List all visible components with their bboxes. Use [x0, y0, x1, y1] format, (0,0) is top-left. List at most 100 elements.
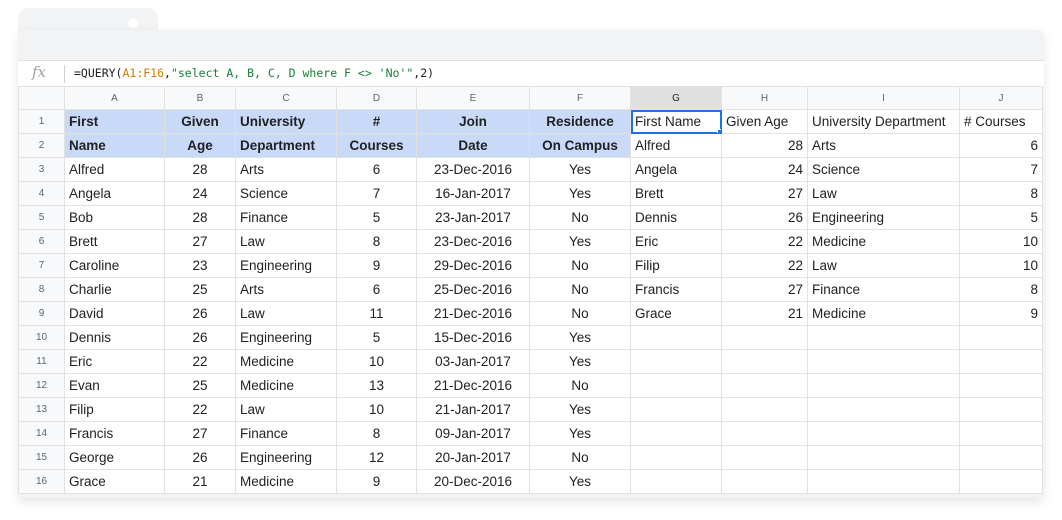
- cell-g4[interactable]: Brett: [630, 181, 722, 206]
- cell-d13[interactable]: 10: [336, 397, 417, 422]
- cell-c4[interactable]: Science: [235, 181, 337, 206]
- cell-h4[interactable]: 27: [721, 181, 808, 206]
- cell-j14[interactable]: [959, 421, 1043, 446]
- cell-g14[interactable]: [630, 421, 722, 446]
- cell-h10[interactable]: [721, 325, 808, 350]
- cell-b16[interactable]: 21: [164, 469, 236, 494]
- cell-f11[interactable]: Yes: [529, 349, 631, 374]
- cell-e11[interactable]: 03-Jan-2017: [416, 349, 530, 374]
- cell-f2[interactable]: On Campus: [529, 133, 631, 158]
- cell-a12[interactable]: Evan: [64, 373, 165, 398]
- cell-b7[interactable]: 23: [164, 253, 236, 278]
- cell-e12[interactable]: 21-Dec-2016: [416, 373, 530, 398]
- cell-e2[interactable]: Date: [416, 133, 530, 158]
- cell-a13[interactable]: Filip: [64, 397, 165, 422]
- cell-c16[interactable]: Medicine: [235, 469, 337, 494]
- cell-h7[interactable]: 22: [721, 253, 808, 278]
- cell-a4[interactable]: Angela: [64, 181, 165, 206]
- cell-g10[interactable]: [630, 325, 722, 350]
- cell-e3[interactable]: 23-Dec-2016: [416, 157, 530, 182]
- cell-c9[interactable]: Law: [235, 301, 337, 326]
- cell-f16[interactable]: Yes: [529, 469, 631, 494]
- cell-c2[interactable]: Department: [235, 133, 337, 158]
- cell-i4[interactable]: Law: [807, 181, 960, 206]
- row-header[interactable]: 1: [18, 109, 65, 134]
- column-header-a[interactable]: A: [64, 86, 165, 110]
- cell-b12[interactable]: 25: [164, 373, 236, 398]
- column-header-h[interactable]: H: [721, 86, 808, 110]
- row-header[interactable]: 9: [18, 301, 65, 326]
- cell-c10[interactable]: Engineering: [235, 325, 337, 350]
- cell-d10[interactable]: 5: [336, 325, 417, 350]
- cell-e8[interactable]: 25-Dec-2016: [416, 277, 530, 302]
- cell-j7[interactable]: 10: [959, 253, 1043, 278]
- cell-j3[interactable]: 7: [959, 157, 1043, 182]
- cell-a15[interactable]: George: [64, 445, 165, 470]
- cell-b9[interactable]: 26: [164, 301, 236, 326]
- cell-b14[interactable]: 27: [164, 421, 236, 446]
- cell-g8[interactable]: Francis: [630, 277, 722, 302]
- row-header[interactable]: 11: [18, 349, 65, 374]
- cell-c3[interactable]: Arts: [235, 157, 337, 182]
- cell-i8[interactable]: Finance: [807, 277, 960, 302]
- cell-g12[interactable]: [630, 373, 722, 398]
- cell-c5[interactable]: Finance: [235, 205, 337, 230]
- cell-h11[interactable]: [721, 349, 808, 374]
- cell-d14[interactable]: 8: [336, 421, 417, 446]
- cell-i15[interactable]: [807, 445, 960, 470]
- row-header[interactable]: 8: [18, 277, 65, 302]
- cell-h3[interactable]: 24: [721, 157, 808, 182]
- formula-input[interactable]: =QUERY(A1:F16,"select A, B, C, D where F…: [74, 66, 434, 80]
- cell-f6[interactable]: Yes: [529, 229, 631, 254]
- cell-b3[interactable]: 28: [164, 157, 236, 182]
- cell-a8[interactable]: Charlie: [64, 277, 165, 302]
- column-header-i[interactable]: I: [807, 86, 960, 110]
- cell-f1[interactable]: Residence: [529, 109, 631, 134]
- cell-j11[interactable]: [959, 349, 1043, 374]
- cell-a2[interactable]: Name: [64, 133, 165, 158]
- cell-e9[interactable]: 21-Dec-2016: [416, 301, 530, 326]
- cell-b11[interactable]: 22: [164, 349, 236, 374]
- cell-d15[interactable]: 12: [336, 445, 417, 470]
- cell-g16[interactable]: [630, 469, 722, 494]
- row-header[interactable]: 16: [18, 469, 65, 494]
- cell-i6[interactable]: Medicine: [807, 229, 960, 254]
- cell-j6[interactable]: 10: [959, 229, 1043, 254]
- cell-d9[interactable]: 11: [336, 301, 417, 326]
- cell-h5[interactable]: 26: [721, 205, 808, 230]
- fill-handle[interactable]: [717, 129, 721, 133]
- cell-e16[interactable]: 20-Dec-2016: [416, 469, 530, 494]
- cell-g11[interactable]: [630, 349, 722, 374]
- cell-a9[interactable]: David: [64, 301, 165, 326]
- row-header[interactable]: 13: [18, 397, 65, 422]
- cell-e5[interactable]: 23-Jan-2017: [416, 205, 530, 230]
- cell-a11[interactable]: Eric: [64, 349, 165, 374]
- cell-j15[interactable]: [959, 445, 1043, 470]
- cell-a1[interactable]: First: [64, 109, 165, 134]
- column-header-e[interactable]: E: [416, 86, 530, 110]
- cell-g3[interactable]: Angela: [630, 157, 722, 182]
- cell-d3[interactable]: 6: [336, 157, 417, 182]
- cell-i14[interactable]: [807, 421, 960, 446]
- cell-d4[interactable]: 7: [336, 181, 417, 206]
- cell-c13[interactable]: Law: [235, 397, 337, 422]
- cell-f4[interactable]: Yes: [529, 181, 631, 206]
- cell-c8[interactable]: Arts: [235, 277, 337, 302]
- row-header[interactable]: 12: [18, 373, 65, 398]
- cell-e13[interactable]: 21-Jan-2017: [416, 397, 530, 422]
- cell-e1[interactable]: Join: [416, 109, 530, 134]
- cell-i12[interactable]: [807, 373, 960, 398]
- cell-b4[interactable]: 24: [164, 181, 236, 206]
- cell-h1[interactable]: Given Age: [721, 109, 808, 134]
- cell-i2[interactable]: Arts: [807, 133, 960, 158]
- cell-a3[interactable]: Alfred: [64, 157, 165, 182]
- cell-a5[interactable]: Bob: [64, 205, 165, 230]
- cell-f15[interactable]: No: [529, 445, 631, 470]
- column-header-d[interactable]: D: [336, 86, 417, 110]
- cell-h14[interactable]: [721, 421, 808, 446]
- row-header[interactable]: 3: [18, 157, 65, 182]
- cell-d6[interactable]: 8: [336, 229, 417, 254]
- cell-e14[interactable]: 09-Jan-2017: [416, 421, 530, 446]
- cell-f8[interactable]: No: [529, 277, 631, 302]
- cell-h6[interactable]: 22: [721, 229, 808, 254]
